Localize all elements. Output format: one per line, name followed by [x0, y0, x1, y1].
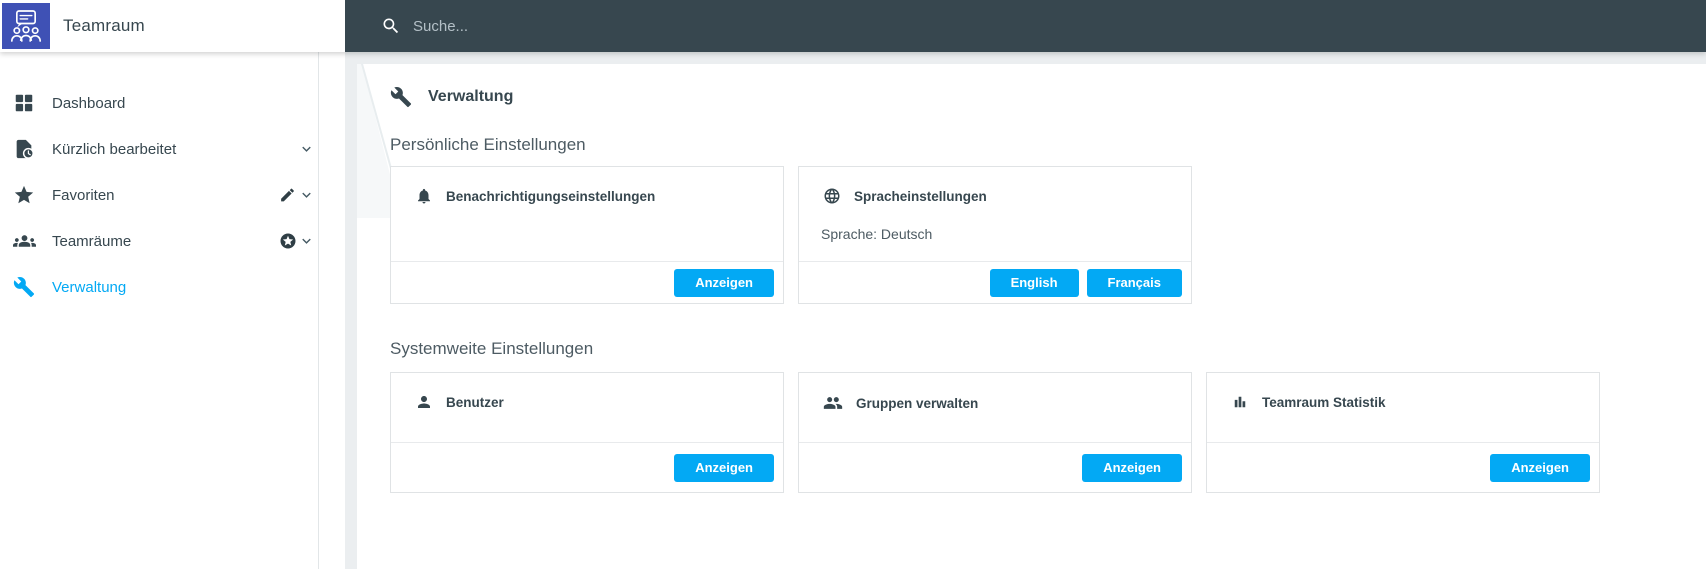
stars-circle-icon[interactable]: [279, 232, 297, 250]
card-teamraum-statistics: Teamraum Statistik Anzeigen: [1206, 372, 1600, 493]
card-footer: English Français: [799, 261, 1191, 303]
card-footer: Anzeigen: [799, 442, 1191, 492]
top-app-bar: Teamraum: [0, 0, 1706, 52]
wrench-icon: [390, 86, 412, 108]
anzeigen-button[interactable]: Anzeigen: [674, 268, 774, 297]
wrench-icon: [13, 276, 35, 298]
chevron-down-icon[interactable]: [298, 233, 315, 250]
card-title: Spracheinstellungen: [854, 188, 987, 204]
app-window: Teamraum Dashboard: [0, 0, 1706, 569]
card-row-system: Benutzer Anzeigen Gruppen verwalten Anze…: [390, 372, 1600, 493]
brand-home-link[interactable]: Teamraum: [0, 0, 345, 52]
card-header: Benachrichtigungseinstellungen: [391, 167, 783, 205]
card-footer: Anzeigen: [1207, 442, 1599, 492]
francais-button[interactable]: Français: [1086, 268, 1182, 297]
sidebar-item-teamrooms[interactable]: Teamräume: [0, 218, 318, 264]
anzeigen-button[interactable]: Anzeigen: [1490, 453, 1590, 482]
card-title: Benutzer: [446, 394, 504, 410]
bar-chart-icon: [1231, 393, 1249, 411]
search-bar: [345, 0, 1706, 52]
section-heading-system: Systemweite Einstellungen: [390, 339, 594, 358]
card-footer: Anzeigen: [391, 442, 783, 492]
card-manage-groups: Gruppen verwalten Anzeigen: [798, 372, 1192, 493]
globe-icon: [823, 187, 841, 205]
sidebar-item-recently-edited[interactable]: Kürzlich bearbeitet: [0, 126, 318, 172]
teamraum-logo-icon: [2, 3, 50, 49]
section-heading-personal: Persönliche Einstellungen: [390, 135, 586, 154]
sidebar-item-label: Favoriten: [52, 186, 115, 204]
english-button[interactable]: English: [989, 268, 1079, 297]
card-footer: Anzeigen: [391, 261, 783, 303]
card-header: Teamraum Statistik: [1207, 373, 1599, 411]
sidebar: Dashboard Kürzlich bearbeitet Favoriten …: [0, 52, 345, 569]
card-language-settings: Spracheinstellungen Sprache: Deutsch Eng…: [798, 166, 1192, 304]
anzeigen-button[interactable]: Anzeigen: [1082, 453, 1182, 482]
card-title: Benachrichtigungseinstellungen: [446, 188, 656, 204]
sidebar-item-label: Kürzlich bearbeitet: [52, 140, 177, 158]
sidebar-item-administration[interactable]: Verwaltung: [0, 264, 318, 310]
anzeigen-button[interactable]: Anzeigen: [674, 453, 774, 482]
sidebar-item-favorites[interactable]: Favoriten: [0, 172, 318, 218]
sidebar-item-dashboard[interactable]: Dashboard: [0, 80, 318, 126]
sidebar-item-label: Dashboard: [52, 94, 126, 112]
search-icon: [381, 16, 401, 36]
edit-pencil-icon[interactable]: [279, 187, 296, 204]
search-input[interactable]: [413, 17, 1013, 35]
chevron-down-icon[interactable]: [298, 141, 315, 158]
card-title: Gruppen verwalten: [856, 395, 979, 411]
sidebar-item-label: Verwaltung: [52, 278, 127, 296]
card-title: Teamraum Statistik: [1262, 394, 1386, 410]
card-header: Benutzer: [391, 373, 783, 411]
bell-icon: [415, 187, 433, 205]
card-users: Benutzer Anzeigen: [390, 372, 784, 493]
page-header: Verwaltung: [390, 86, 513, 108]
people-icon: [823, 393, 843, 413]
content-panel: Verwaltung Persönliche Einstellungen Ben…: [357, 63, 1706, 569]
card-header: Gruppen verwalten: [799, 373, 1191, 413]
page-title: Verwaltung: [428, 88, 514, 105]
card-row-personal: Benachrichtigungseinstellungen Anzeigen …: [390, 166, 1192, 304]
current-language-text: Sprache: Deutsch: [821, 226, 933, 242]
chevron-down-icon[interactable]: [298, 187, 315, 204]
card-notification-settings: Benachrichtigungseinstellungen Anzeigen: [390, 166, 784, 304]
card-header: Spracheinstellungen: [799, 167, 1191, 205]
dashboard-icon: [13, 92, 35, 114]
person-icon: [415, 393, 433, 411]
star-icon: [13, 184, 35, 206]
recent-document-icon: [13, 138, 35, 160]
app-title: Teamraum: [63, 16, 145, 35]
groups-icon: [13, 230, 36, 253]
sidebar-item-label: Teamräume: [52, 232, 132, 250]
